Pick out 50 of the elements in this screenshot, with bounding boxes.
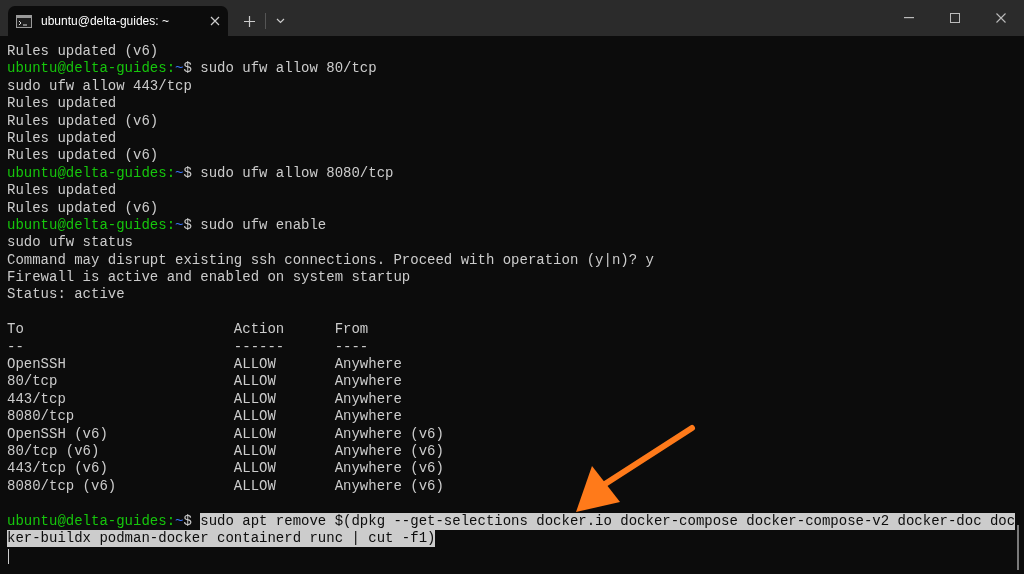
prompt-path: ~ — [175, 216, 184, 235]
output-text: Rules updated — [7, 182, 117, 200]
scrollbar[interactable] — [1017, 525, 1019, 570]
output-text: 443/tcp (v6) ALLOW Anywhere (v6) — [7, 460, 444, 478]
terminal-icon — [16, 14, 32, 28]
close-icon[interactable] — [996, 13, 1006, 23]
prompt-path: ~ — [175, 512, 184, 530]
text-cursor — [8, 548, 9, 564]
command-text: sudo ufw allow 80/tcp — [200, 60, 377, 78]
output-text: 8080/tcp ALLOW Anywhere — [7, 408, 402, 426]
output-text: 80/tcp ALLOW Anywhere — [7, 373, 402, 391]
output-text: sudo ufw status — [7, 234, 134, 252]
tab-title: ubuntu@delta-guides: ~ — [41, 13, 170, 30]
minimize-icon[interactable] — [904, 17, 914, 19]
output-text: Rules updated — [7, 95, 117, 113]
output-text: To Action From — [7, 321, 369, 339]
close-icon[interactable] — [210, 16, 220, 26]
terminal-tab[interactable]: ubuntu@delta-guides: ~ — [8, 6, 228, 36]
prompt-path: ~ — [175, 60, 184, 78]
output-text: -- ------ ---- — [7, 338, 369, 357]
output-text: Command may disrupt existing ssh connections. Proceed with operation (y|n)? y — [7, 251, 654, 270]
prompt-symbol: $ — [183, 60, 192, 78]
output-text: OpenSSH (v6) ALLOW Anywhere (v6) — [7, 425, 444, 443]
output-text: Rules updated — [7, 129, 117, 148]
prompt-symbol: $ — [183, 164, 192, 183]
output-text: Firewall is active and enabled on system startup — [7, 269, 411, 287]
output-text: Rules updated (v6) — [7, 199, 159, 217]
output-text: 8080/tcp (v6) ALLOW Anywhere (v6) — [7, 477, 444, 496]
command-text: sudo ufw enable — [200, 216, 327, 235]
output-text: Rules updated (v6) — [7, 112, 159, 130]
output-text: OpenSSH ALLOW Anywhere — [7, 356, 402, 374]
prompt-user-host: ubuntu@delta-guides: — [7, 164, 176, 183]
prompt-symbol: $ — [183, 216, 192, 235]
prompt-symbol: $ — [183, 512, 192, 530]
prompt-path: ~ — [175, 164, 184, 183]
output-text: Rules updated (v6) — [7, 147, 159, 165]
output-text: Status: active — [7, 286, 125, 304]
output-text: 80/tcp (v6) ALLOW Anywhere (v6) — [7, 443, 444, 461]
prompt-user-host: ubuntu@delta-guides: — [7, 60, 176, 78]
output-text: Rules updated (v6) — [7, 43, 159, 61]
dropdown-icon[interactable] — [276, 18, 285, 24]
prompt-user-host: ubuntu@delta-guides: — [7, 512, 176, 530]
prompt-user-host: ubuntu@delta-guides: — [7, 216, 176, 235]
maximize-icon[interactable] — [950, 13, 960, 23]
new-tab-icon[interactable] — [244, 15, 255, 27]
command-text: sudo ufw allow 8080/tcp — [200, 164, 394, 183]
output-text: 443/tcp ALLOW Anywhere — [7, 390, 402, 409]
output-text: ker-buildx podman-docker containerd runc | cut -f1) — [7, 529, 436, 548]
output-text: sudo ufw allow 443/tcp — [7, 77, 192, 96]
command-text: sudo apt remove $(dpkg --get-selections docker.io docker-compose docker-compose-v2 docker-doc doc — [200, 512, 1016, 530]
